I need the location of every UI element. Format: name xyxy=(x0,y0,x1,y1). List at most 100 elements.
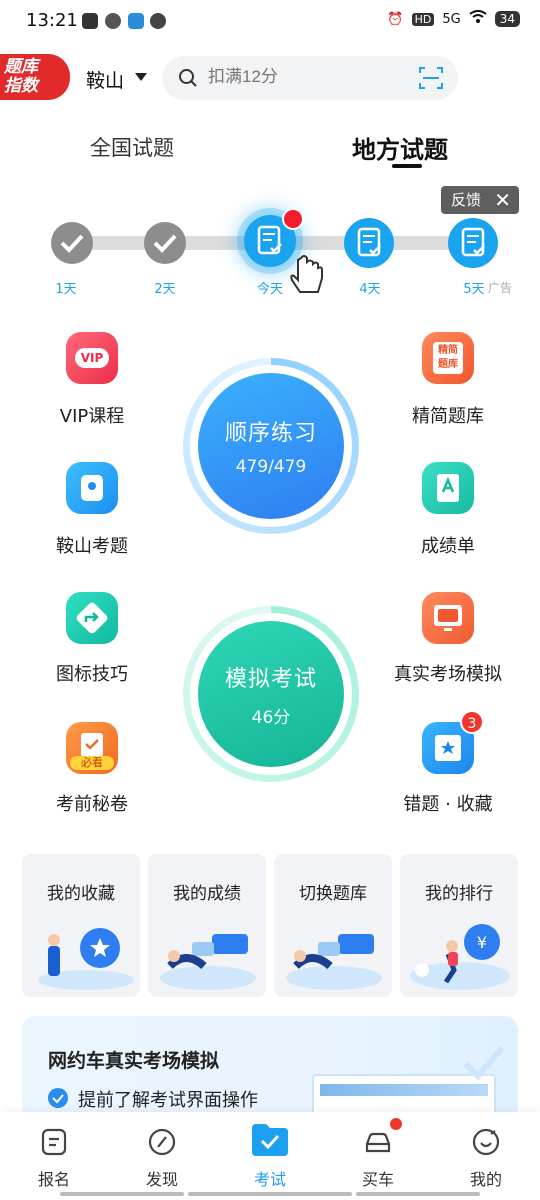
refined-bank-icon[interactable]: 精简 题库 xyxy=(422,332,474,384)
day-label: 1天 xyxy=(55,282,77,297)
location-icon xyxy=(128,13,144,29)
day-label: 2天 xyxy=(154,282,176,297)
check-icon xyxy=(153,234,177,253)
nav-exam[interactable]: 考试 xyxy=(216,1112,324,1192)
mistakes-count-badge: 3 xyxy=(460,710,484,734)
vip-course-label[interactable]: VIP课程 xyxy=(12,402,172,428)
local-exam-icon[interactable] xyxy=(66,462,118,514)
real-exam-label[interactable]: 真实考场模拟 xyxy=(368,660,528,686)
refined-badge: 精简 题库 xyxy=(433,342,463,374)
status-bar: 13:21 ⏰ HD 5G 34 xyxy=(0,0,540,44)
promo-title: 网约车真实考场模拟 xyxy=(48,1050,220,1072)
ad-tag: 广告 xyxy=(488,279,513,296)
svg-text:¥: ¥ xyxy=(477,933,487,952)
system-gesture-bar xyxy=(0,1192,540,1198)
document-check-icon xyxy=(461,227,485,257)
nav-label: 买车 xyxy=(361,1170,394,1189)
score-sheet-icon[interactable] xyxy=(422,462,474,514)
switch-bank-illustration xyxy=(286,934,382,990)
map-pin-icon xyxy=(81,475,103,501)
status-right: ⏰ HD 5G 34 xyxy=(387,10,520,28)
hd-icon: HD xyxy=(411,12,435,26)
exam-secret-label[interactable]: 考前秘卷 xyxy=(12,790,172,816)
search-icon xyxy=(179,69,197,87)
scores-illustration xyxy=(160,934,256,990)
vip-course-icon[interactable]: VIP xyxy=(66,332,118,384)
vip-badge: VIP xyxy=(75,348,109,368)
card-title: 我的排行 xyxy=(425,884,493,904)
active-tab-indicator xyxy=(392,164,422,168)
refined-bank-label[interactable]: 精简题库 xyxy=(368,402,528,428)
car-icon xyxy=(365,1132,391,1153)
sequential-practice-button[interactable]: 顺序练习 479/479 xyxy=(198,373,344,519)
promo-point: 提前了解考试界面操作 xyxy=(78,1090,258,1111)
local-exam-label[interactable]: 鞍山考题 xyxy=(12,532,172,558)
battery-indicator: 34 xyxy=(494,11,520,27)
day-1-checkin[interactable] xyxy=(51,222,93,264)
exam-secret-icon[interactable]: 必看 xyxy=(66,722,118,774)
nav-label: 考试 xyxy=(253,1170,286,1189)
my-ranking-card[interactable]: 我的排行 ¥ xyxy=(400,854,518,997)
sign-skills-label[interactable]: 图标技巧 xyxy=(12,660,172,686)
day-2-checkin[interactable] xyxy=(144,222,186,264)
caret-down-icon[interactable] xyxy=(135,73,147,81)
my-favorites-card[interactable]: 我的收藏 xyxy=(22,854,140,997)
close-icon[interactable]: ✕ xyxy=(494,186,511,214)
check-mark-decoration-icon xyxy=(463,1046,505,1081)
tab-local-questions[interactable]: 地方试题 xyxy=(352,130,448,165)
bottom-nav: 报名 发现 考试 买车 我的 xyxy=(0,1112,540,1200)
check-circle-icon xyxy=(48,1088,68,1108)
nav-signup[interactable]: 报名 xyxy=(0,1112,108,1192)
mistakes-label[interactable]: 错题 · 收藏 xyxy=(368,790,528,816)
nav-label: 我的 xyxy=(469,1170,502,1189)
compass-icon xyxy=(148,1128,176,1156)
document-a-icon xyxy=(437,474,459,502)
score-sheet-label[interactable]: 成绩单 xyxy=(368,532,528,558)
real-exam-icon[interactable] xyxy=(422,592,474,644)
monitor-icon xyxy=(434,605,462,631)
wifi-icon xyxy=(469,10,487,28)
road-sign-icon xyxy=(76,602,108,634)
document-check-icon xyxy=(357,227,381,257)
status-time: 13:21 xyxy=(26,10,78,31)
nav-discover[interactable]: 发现 xyxy=(108,1112,216,1192)
favorites-illustration xyxy=(38,928,134,990)
logo-text: 题库指数 xyxy=(4,57,38,96)
mock-title: 模拟考试 xyxy=(224,666,317,692)
exam-folder-icon xyxy=(252,1124,288,1156)
day-5-checkin[interactable] xyxy=(448,218,498,268)
tab-national-questions[interactable]: 全国试题 xyxy=(90,132,174,162)
feedback-button[interactable]: 反馈 ✕ xyxy=(441,186,519,214)
check-icon xyxy=(60,234,84,253)
card-title: 我的收藏 xyxy=(47,884,115,904)
mock-exam-button[interactable]: 模拟考试 46分 xyxy=(198,621,344,767)
day-label: 今天 xyxy=(256,282,283,297)
app-notify-icon xyxy=(105,13,121,29)
day-4-checkin[interactable] xyxy=(344,218,394,268)
form-icon xyxy=(41,1128,67,1156)
nav-label: 报名 xyxy=(37,1170,70,1189)
alarm-icon: ⏰ xyxy=(387,11,404,27)
mock-score: 46分 xyxy=(251,707,291,728)
sign-skills-icon[interactable] xyxy=(66,592,118,644)
promo-banner[interactable]: 网约车真实考场模拟 提前了解考试界面操作 xyxy=(22,1016,518,1126)
question-bank-index-badge[interactable]: 题库指数 xyxy=(0,54,70,100)
must-see-badge: 必看 xyxy=(70,756,114,770)
nav-label: 发现 xyxy=(145,1170,178,1189)
app-screen: 13:21 ⏰ HD 5G 34 题库指数 鞍山 全国试题 地方试题 反馈 xyxy=(0,0,540,1200)
search-bar[interactable] xyxy=(162,56,458,100)
notification-dot xyxy=(282,208,304,230)
switch-bank-card[interactable]: 切换题库 xyxy=(274,854,392,997)
media-icon xyxy=(82,13,98,29)
search-input[interactable] xyxy=(208,67,429,87)
card-title: 我的成绩 xyxy=(173,884,241,904)
nav-mine[interactable]: 我的 xyxy=(432,1112,540,1192)
scan-icon[interactable] xyxy=(418,65,444,91)
day-label: 4天 xyxy=(359,282,381,297)
my-scores-card[interactable]: 我的成绩 xyxy=(148,854,266,997)
tap-hand-icon xyxy=(290,255,323,293)
city-selector[interactable]: 鞍山 xyxy=(86,66,124,93)
practice-progress: 479/479 xyxy=(235,457,307,477)
nav-buy-car[interactable]: 买车 xyxy=(324,1112,432,1192)
ranking-illustration: ¥ xyxy=(410,924,510,990)
